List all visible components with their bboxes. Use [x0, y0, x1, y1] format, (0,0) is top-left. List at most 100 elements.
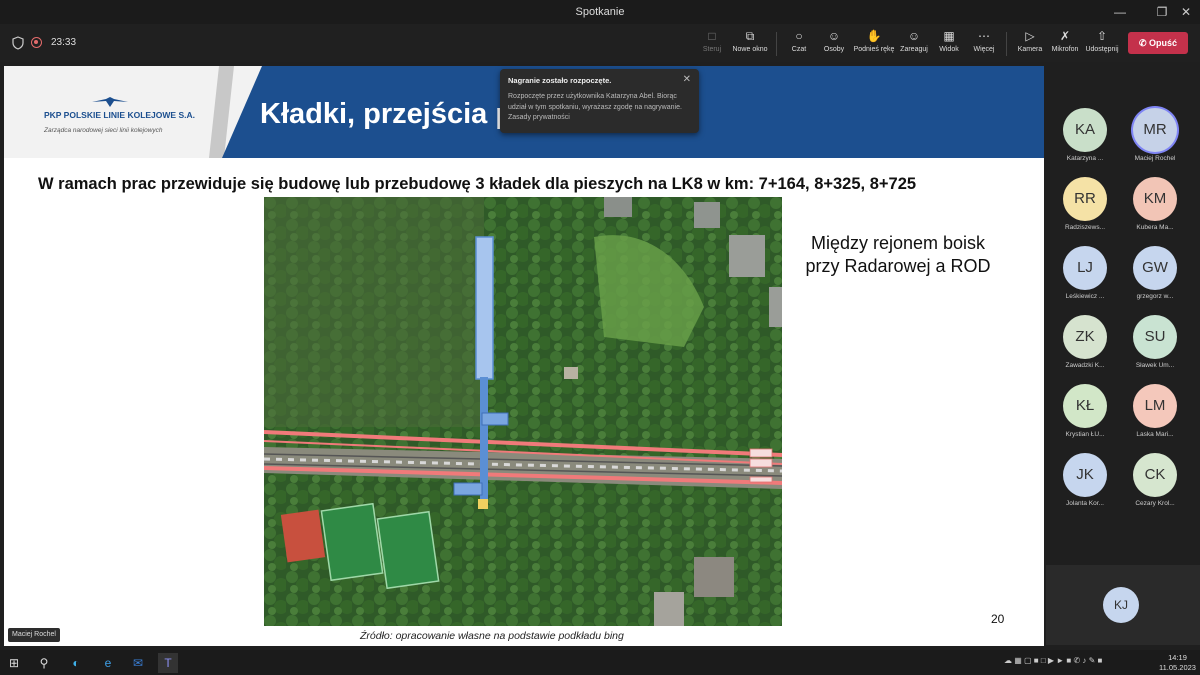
people-icon: ☺: [827, 29, 841, 43]
building: [769, 287, 782, 327]
share-icon: ⇧: [1096, 29, 1108, 43]
source-note: Źródło: opracowanie własne na podstawie …: [360, 630, 624, 642]
participant-tile[interactable]: LM Laska Mari...: [1120, 379, 1190, 447]
avatar: KJ: [1103, 587, 1139, 623]
window-titlebar: Spotkanie — ❐ ✕: [0, 0, 1200, 24]
participant-tile[interactable]: ZK Zawadzki K...: [1050, 310, 1120, 378]
react-icon: ☺: [907, 29, 921, 43]
football-pitch: [320, 502, 384, 582]
shield-icon: [12, 36, 24, 50]
tennis-court: [280, 509, 326, 563]
logo-subtitle: Zarządca narodowej sieci linii kolejowyc…: [44, 127, 163, 134]
page-number: 20: [991, 612, 1005, 626]
avatar: JK: [1063, 453, 1107, 497]
avatar: CK: [1133, 453, 1177, 497]
building: [604, 197, 632, 217]
view-button[interactable]: ▦ Widok: [936, 28, 962, 60]
new-window-button[interactable]: ⧉ Nowe okno: [730, 28, 770, 60]
people-button[interactable]: ☺ Osoby: [820, 28, 848, 60]
logo-name: PKP POLSKIE LINIE KOLEJOWE S.A.: [44, 110, 195, 120]
chat-icon: ○: [795, 29, 803, 43]
search-icon[interactable]: ⚲: [34, 653, 54, 673]
camera-icon: ▷: [1025, 29, 1035, 43]
participant-tile[interactable]: LJ Leśkiewicz ...: [1050, 241, 1120, 309]
ie-icon[interactable]: e: [98, 653, 118, 673]
avatar: ZK: [1063, 315, 1107, 359]
leave-button[interactable]: ✆ Opuść: [1128, 32, 1188, 54]
minimize-icon[interactable]: —: [1106, 3, 1134, 21]
pkp-logo-icon: [92, 97, 128, 107]
more-icon: ⋯: [978, 29, 990, 43]
slide-subtitle: W ramach prac przewiduje się budowę lub …: [38, 175, 917, 193]
participant-tile[interactable]: KŁ Krystian ŁU...: [1050, 379, 1120, 447]
close-icon[interactable]: ✕: [683, 74, 691, 85]
presenter-name-chip: Maciej Rochel: [8, 628, 60, 642]
avatar: KŁ: [1063, 384, 1107, 428]
control-icon: □: [708, 29, 716, 43]
avatar: SU: [1133, 315, 1177, 359]
avatar: KA: [1063, 108, 1107, 152]
participant-name: Radziszews...: [1064, 224, 1106, 231]
building: [694, 557, 734, 597]
meeting-timer: 23:33: [51, 37, 77, 48]
self-view[interactable]: KJ: [1046, 565, 1200, 645]
avatar: LJ: [1063, 246, 1107, 290]
recording-notification: ✕ Nagranie zostało rozpoczęte. Rozpoczęt…: [500, 69, 699, 133]
participant-tile[interactable]: RR Radziszews...: [1050, 172, 1120, 240]
notification-title: Nagranie zostało rozpoczęte.: [508, 76, 612, 85]
avatar: GW: [1133, 246, 1177, 290]
phone-icon: ✆: [1138, 38, 1150, 48]
taskbar-clock[interactable]: 14:19 11.05.2023: [1159, 653, 1196, 673]
avatar: MR: [1133, 108, 1177, 152]
recording-icon: [31, 37, 42, 48]
participant-name: Sławek Um...: [1135, 362, 1175, 369]
raise-hand-icon: ✋: [866, 29, 882, 43]
participant-name: Jolanta Kor...: [1066, 500, 1104, 507]
participant-name: Krystian ŁU...: [1065, 431, 1105, 438]
camera-button[interactable]: ▷ Kamera: [1016, 28, 1044, 60]
avatar: LM: [1133, 384, 1177, 428]
participant-name: Leśkiewicz ...: [1065, 293, 1105, 300]
participant-name: Laska Mari...: [1136, 431, 1174, 438]
participant-name: Kubera Ma...: [1136, 224, 1174, 231]
aerial-map: [264, 197, 782, 626]
participant-tile[interactable]: JK Jolanta Kor...: [1050, 448, 1120, 516]
participant-name: Katarzyna ...: [1066, 155, 1104, 162]
building: [694, 202, 720, 228]
raise-hand-button[interactable]: ✋ Podnieś rękę: [853, 28, 895, 60]
participants-panel: KA Katarzyna ... MR Maciej Rochel RR Radzisze…: [1046, 66, 1200, 646]
shared-slide: PKP POLSKIE LINIE KOLEJOWE S.A. Zarządca…: [4, 66, 1044, 646]
avatar: KM: [1133, 177, 1177, 221]
meeting-toolbar: 23:33 □ Steruj ⧉ Nowe okno ○ Czat ☺ Osoby ✋ P…: [0, 24, 1200, 62]
system-tray[interactable]: ☁ ▦ ▢ ■ □ ▶ ► ■ ✆ ♪ ✎ ■: [1004, 656, 1102, 665]
participant-tile[interactable]: MR Maciej Rochel: [1120, 103, 1190, 171]
participant-name: Maciej Rochel: [1134, 155, 1176, 162]
more-button[interactable]: ⋯ Więcej: [970, 28, 998, 60]
football-pitch: [376, 510, 440, 590]
edge-icon[interactable]: ◐: [66, 653, 86, 673]
participant-tile[interactable]: SU Sławek Um...: [1120, 310, 1190, 378]
window-title: Spotkanie: [575, 6, 625, 18]
participant-tile[interactable]: GW grzegorz w...: [1120, 241, 1190, 309]
avatar: RR: [1063, 177, 1107, 221]
slide-caption: Między rejonem boisk przy Radarowej a RO…: [805, 233, 991, 276]
chat-button[interactable]: ○ Czat: [786, 28, 812, 60]
participant-tile[interactable]: KA Katarzyna ...: [1050, 103, 1120, 171]
close-icon[interactable]: ✕: [1172, 3, 1200, 21]
participant-tile[interactable]: CK Cezary Krol...: [1120, 448, 1190, 516]
windows-icon[interactable]: ⊞: [4, 653, 24, 673]
control-button[interactable]: □ Steruj: [698, 28, 726, 60]
outlook-icon[interactable]: ✉: [128, 653, 148, 673]
taskbar: ⊞ ⚲ ◐ e ✉ T ☁ ▦ ▢ ■ □ ▶ ► ■ ✆ ♪ ✎ ■ 14:1…: [0, 650, 1200, 675]
react-button[interactable]: ☺ Zareaguj: [899, 28, 929, 60]
participant-name: Cezary Krol...: [1135, 500, 1175, 507]
building: [564, 367, 578, 379]
teams-icon[interactable]: T: [158, 653, 178, 673]
share-button[interactable]: ⇧ Udostępnij: [1084, 28, 1120, 60]
mic-button[interactable]: ✗ Mikrofon: [1049, 28, 1081, 60]
participant-tile[interactable]: KM Kubera Ma...: [1120, 172, 1190, 240]
view-icon: ▦: [943, 29, 955, 43]
mic-off-icon: ✗: [1059, 29, 1071, 43]
notification-body: Rozpoczęte przez użytkownika Katarzyna A…: [508, 93, 682, 121]
participant-name: Zawadzki K...: [1065, 362, 1105, 369]
